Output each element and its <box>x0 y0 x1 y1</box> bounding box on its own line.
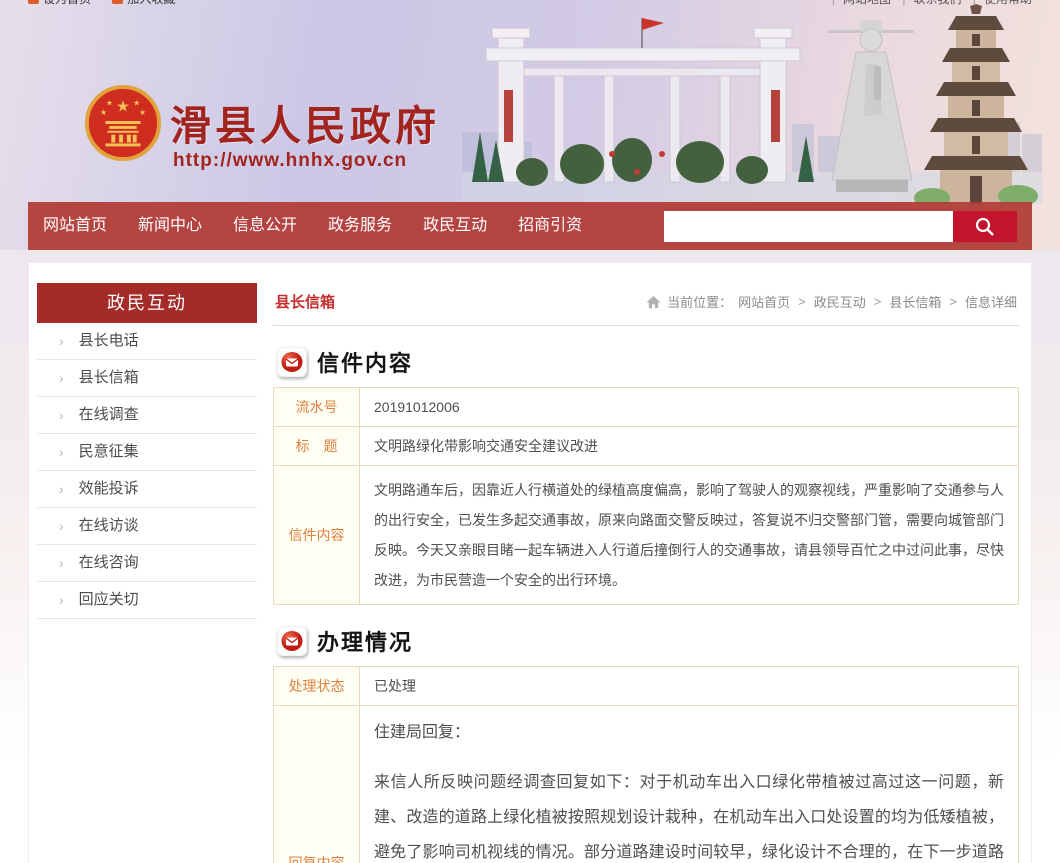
breadcrumb-mailbox[interactable]: 县长信箱 <box>889 292 941 311</box>
subject-label: 标 题 <box>274 427 360 466</box>
top-link[interactable]: 网站地图 <box>843 0 891 6</box>
serial-label: 流水号 <box>274 388 360 427</box>
mail-icon <box>277 626 307 656</box>
letter-content-value: 文明路通车后，因靠近人行横道处的绿植高度偏高，影响了驾驶人的观察视线，严重影响了… <box>360 466 1019 605</box>
home-icon <box>646 295 661 309</box>
reply-paragraph: 住建局回复： <box>374 715 1004 750</box>
national-emblem-icon: ★ ★ ★ ★ ★ <box>84 84 162 162</box>
table-row: 信件内容 文明路通车后，因靠近人行横道处的绿植高度偏高，影响了驾驶人的观察视线，… <box>274 466 1019 605</box>
search-button[interactable] <box>953 211 1017 242</box>
sidebar: 政民互动 ›县长电话 ›县长信箱 ›在线调查 ›民意征集 ›效能投诉 ›在线访谈… <box>37 271 257 863</box>
search-icon <box>974 216 996 238</box>
chevron-right-icon: › <box>59 323 64 359</box>
breadcrumb-home[interactable]: 网站首页 <box>738 292 790 311</box>
handle-section-header: 办理情况 <box>273 621 1019 666</box>
table-row: 回复内容 住建局回复： 来信人所反映问题经调查回复如下：对于机动车出入口绿化带植… <box>274 706 1019 863</box>
header-scenery <box>462 4 1042 204</box>
search-input[interactable] <box>664 211 953 242</box>
table-row: 标 题 文明路绿化带影响交通安全建议改进 <box>274 427 1019 466</box>
sidebar-item-efficiency-complaint[interactable]: ›效能投诉 <box>37 471 257 508</box>
top-link[interactable]: 加入收藏 <box>112 0 175 6</box>
handle-section-title: 办理情况 <box>317 625 413 657</box>
site-title: 滑县人民政府 <box>170 92 440 152</box>
chevron-right-icon: › <box>59 582 64 618</box>
chevron-right-icon: › <box>59 545 64 581</box>
sidebar-item-online-survey[interactable]: ›在线调查 <box>37 397 257 434</box>
serial-value: 20191012006 <box>360 388 1019 427</box>
top-link[interactable]: 联系我们 <box>914 0 962 6</box>
site-url: http://www.hnhx.gov.cn <box>173 150 407 172</box>
svg-text:★: ★ <box>116 98 130 115</box>
sidebar-title: 政民互动 <box>37 283 257 323</box>
chevron-right-icon: › <box>59 508 64 544</box>
chevron-right-icon: › <box>59 434 64 470</box>
chevron-right-icon: › <box>59 360 64 396</box>
page-title: 县长信箱 <box>275 291 335 312</box>
chevron-right-icon: › <box>59 397 64 433</box>
breadcrumb-interaction[interactable]: 政民互动 <box>814 292 866 311</box>
nav-item-services[interactable]: 政务服务 <box>328 202 392 250</box>
table-row: 流水号 20191012006 <box>274 388 1019 427</box>
handle-table: 处理状态 已处理 回复内容 住建局回复： 来信人所反映问题经调查回复如下：对于机… <box>273 666 1019 863</box>
svg-text:★: ★ <box>139 108 146 117</box>
nav-item-investment[interactable]: 招商引资 <box>518 202 582 250</box>
status-value: 已处理 <box>360 667 1019 706</box>
letter-table: 流水号 20191012006 标 题 文明路绿化带影响交通安全建议改进 信件内… <box>273 387 1019 605</box>
letter-section-header: 信件内容 <box>273 342 1019 387</box>
star-icon <box>112 0 123 4</box>
letter-content-label: 信件内容 <box>274 466 360 605</box>
reply-content: 住建局回复： 来信人所反映问题经调查回复如下：对于机动车出入口绿化带植被过高过这… <box>360 706 1019 863</box>
reply-paragraph: 来信人所反映问题经调查回复如下：对于机动车出入口绿化带植被过高过这一问题，新建、… <box>374 765 1004 863</box>
site-header: 设为首页 加入收藏 |网站地图 |联系我们 |使用帮助 <box>0 0 1060 250</box>
sidebar-item-opinion-collection[interactable]: ›民意征集 <box>37 434 257 471</box>
svg-text:★: ★ <box>100 108 107 117</box>
svg-text:★: ★ <box>133 98 140 107</box>
nav-item-info[interactable]: 信息公开 <box>233 202 297 250</box>
sidebar-item-online-consult[interactable]: ›在线咨询 <box>37 545 257 582</box>
nav-item-news[interactable]: 新闻中心 <box>138 202 202 250</box>
top-link[interactable]: 设为首页 <box>28 0 91 6</box>
bookmark-icon <box>28 0 39 4</box>
chevron-right-icon: › <box>59 471 64 507</box>
sidebar-item-online-interview[interactable]: ›在线访谈 <box>37 508 257 545</box>
svg-text:★: ★ <box>106 98 113 107</box>
breadcrumb-detail: 信息详细 <box>965 292 1017 311</box>
status-label: 处理状态 <box>274 667 360 706</box>
top-link-bar: 设为首页 加入收藏 |网站地图 |联系我们 |使用帮助 <box>28 0 1032 9</box>
main-nav: 网站首页 新闻中心 信息公开 政务服务 政民互动 招商引资 <box>28 202 1032 250</box>
sidebar-item-response-concern[interactable]: ›回应关切 <box>37 582 257 619</box>
content-panel: 政民互动 ›县长电话 ›县长信箱 ›在线调查 ›民意征集 ›效能投诉 ›在线访谈… <box>28 262 1032 863</box>
subject-value: 文明路绿化带影响交通安全建议改进 <box>360 427 1019 466</box>
top-link[interactable]: 使用帮助 <box>984 0 1032 6</box>
mail-icon <box>277 347 307 377</box>
main-content: 县长信箱 当前位置： 网站首页 > 政民互动 > 县长信箱 > 信息详细 <box>273 271 1019 863</box>
nav-item-home[interactable]: 网站首页 <box>43 202 107 250</box>
breadcrumb: 当前位置： 网站首页 > 政民互动 > 县长信箱 > 信息详细 <box>646 292 1017 311</box>
letter-section-title: 信件内容 <box>317 346 413 378</box>
table-row: 处理状态 已处理 <box>274 667 1019 706</box>
sidebar-item-mayor-phone[interactable]: ›县长电话 <box>37 323 257 360</box>
sidebar-item-mayor-mailbox[interactable]: ›县长信箱 <box>37 360 257 397</box>
nav-item-interaction[interactable]: 政民互动 <box>423 202 487 250</box>
reply-label: 回复内容 <box>274 706 360 863</box>
